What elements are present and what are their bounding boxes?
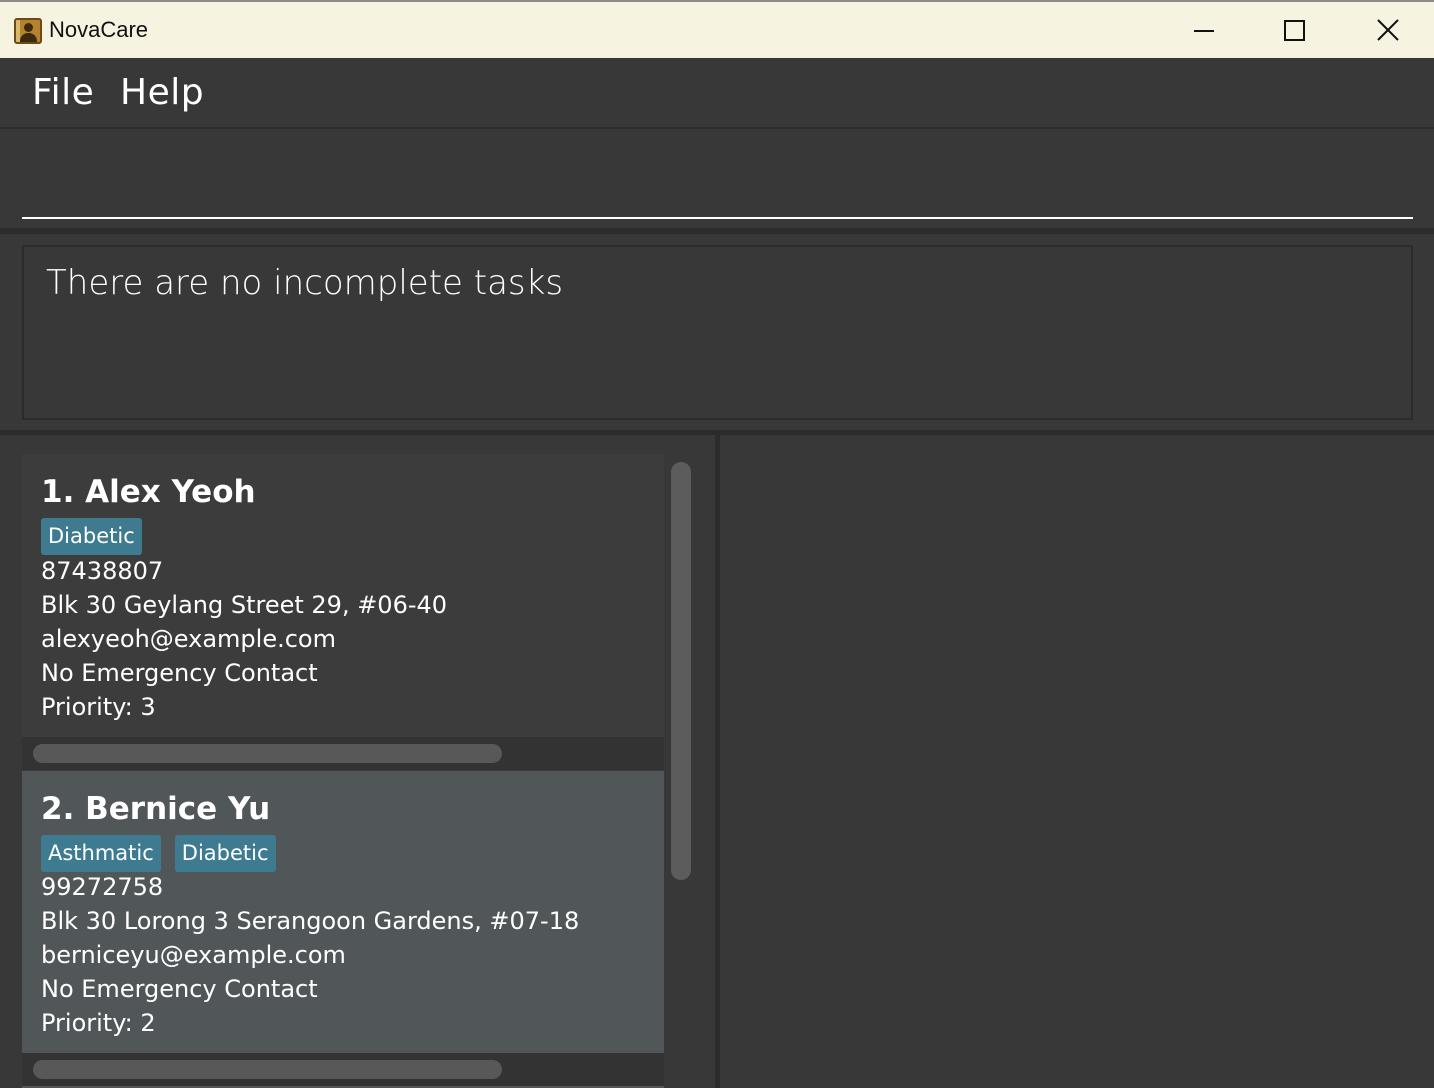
menu-file[interactable]: File [32, 72, 94, 113]
scrollbar-thumb[interactable] [33, 744, 502, 763]
person-priority: Priority: 2 [41, 1009, 156, 1037]
person-priority: Priority: 3 [41, 693, 156, 721]
menu-bar: File Help [0, 58, 1434, 129]
horizontal-scrollbar[interactable] [22, 737, 664, 770]
person-card[interactable]: 2. Bernice Yu Asthmatic Diabetic 9927275… [22, 771, 664, 1088]
window-title: NovaCare [49, 17, 149, 42]
result-display: There are no incomplete tasks [22, 245, 1413, 420]
title-bar: NovaCare [0, 0, 1434, 58]
tag-list: Asthmatic Diabetic [41, 835, 276, 872]
app-icon [14, 18, 42, 44]
result-display-container: There are no incomplete tasks [0, 234, 1434, 432]
person-name: 2. Bernice Yu [41, 791, 271, 827]
close-icon [1377, 19, 1399, 41]
minimize-icon [1194, 30, 1214, 32]
command-input[interactable] [22, 130, 1413, 219]
person-list-panel[interactable]: 1. Alex Yeoh Diabetic 87438807 Blk 30 Ge… [0, 435, 715, 1088]
close-button[interactable] [1342, 4, 1432, 58]
person-phone: 87438807 [41, 557, 164, 585]
person-phone: 99272758 [41, 873, 164, 901]
person-card[interactable]: 1. Alex Yeoh Diabetic 87438807 Blk 30 Ge… [22, 454, 664, 770]
minimize-button[interactable] [1160, 4, 1250, 58]
result-message: There are no incomplete tasks [46, 263, 564, 303]
maximize-icon [1284, 20, 1305, 41]
person-email: berniceyu@example.com [41, 941, 346, 969]
vertical-scrollbar-thumb[interactable] [671, 462, 691, 880]
person-address: Blk 30 Geylang Street 29, #06-40 [41, 591, 448, 619]
command-box-container [0, 130, 1434, 230]
maximize-button[interactable] [1250, 4, 1340, 58]
tag-badge: Asthmatic [41, 835, 161, 872]
scrollbar-thumb[interactable] [33, 1060, 502, 1079]
person-email: alexyeoh@example.com [41, 625, 336, 653]
tag-badge: Diabetic [41, 518, 142, 555]
tag-list: Diabetic [41, 518, 142, 555]
person-emergency-contact: No Emergency Contact [41, 659, 318, 687]
tag-badge: Diabetic [174, 835, 276, 872]
detail-panel [720, 435, 1434, 1088]
person-emergency-contact: No Emergency Contact [41, 975, 318, 1003]
menu-help[interactable]: Help [120, 72, 204, 113]
person-name: 1. Alex Yeoh [41, 474, 256, 510]
horizontal-scrollbar[interactable] [22, 1053, 664, 1086]
person-address: Blk 30 Lorong 3 Serangoon Gardens, #07-1… [41, 907, 580, 935]
